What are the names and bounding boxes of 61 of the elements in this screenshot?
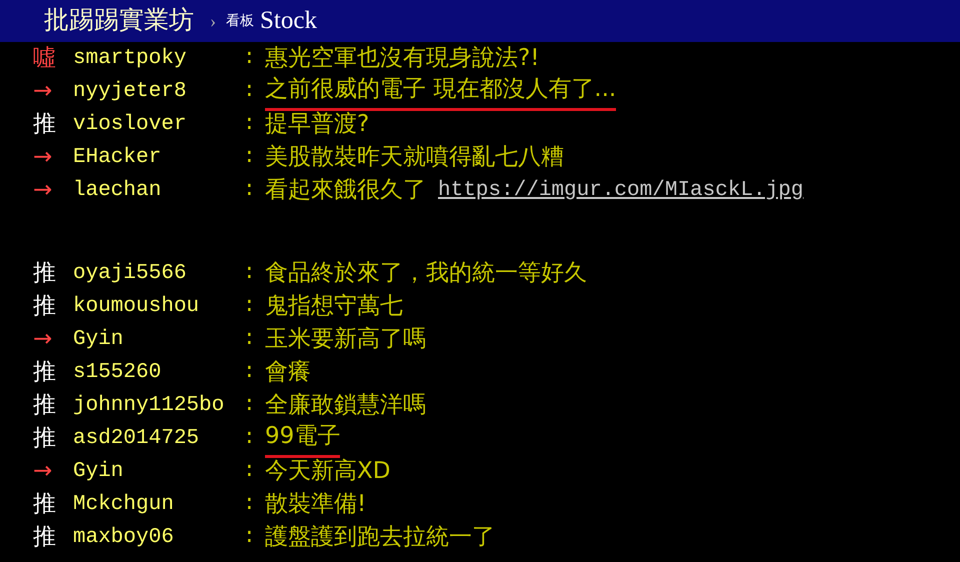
comment-tag: →: [33, 322, 73, 357]
colon-separator: :: [243, 492, 257, 518]
comment-tag: 推: [33, 487, 73, 522]
username: Mckchgun: [73, 492, 175, 518]
colon-separator: :: [243, 112, 257, 138]
comment-tag: 噓: [33, 41, 73, 76]
comment-text: 99電子: [265, 418, 340, 458]
comment-text: 今天新高XD: [265, 457, 390, 486]
colon-separator: :: [243, 46, 257, 72]
colon-separator: :: [243, 426, 257, 452]
comment-text: 鬼指想守萬七: [265, 292, 403, 322]
comment-tag: →: [33, 454, 73, 489]
username: koumoushou: [73, 294, 200, 320]
comment-text: 美股散裝昨天就噴得亂七八糟: [265, 143, 564, 172]
comment-tag: 推: [33, 355, 73, 390]
username: maxboy06: [73, 524, 175, 551]
comment-tag: 推: [33, 256, 73, 291]
comment-text: 會癢: [265, 358, 311, 388]
comment-text: 惠光空軍也沒有現身說法?!: [265, 44, 540, 74]
comment-tag: 推: [33, 388, 73, 423]
comment-text: 全廉敢鎖慧洋嗎: [265, 391, 426, 420]
comment-tag: 推: [33, 107, 73, 142]
comment-text: 提早普渡?: [265, 110, 370, 140]
colon-separator: :: [243, 458, 257, 485]
username: johnny1125bo: [73, 392, 226, 419]
colon-separator: :: [243, 78, 257, 105]
comment-text: 看起來餓很久了: [265, 176, 426, 206]
comment-tag: →: [33, 140, 73, 175]
colon-separator: :: [243, 294, 257, 320]
colon-separator: :: [243, 178, 257, 204]
username: Gyin: [73, 458, 124, 485]
colon-separator: :: [243, 392, 257, 419]
comment-tag: 推: [33, 421, 73, 456]
username: vioslover: [73, 112, 188, 138]
colon-separator: :: [243, 524, 257, 551]
breadcrumb-separator: ›: [210, 10, 216, 32]
board-label: 看板: [226, 12, 254, 30]
site-title[interactable]: 批踢踢實業坊: [44, 2, 194, 40]
board-name[interactable]: Stock: [260, 2, 317, 40]
username: nyyjeter8: [73, 78, 188, 105]
username: laechan: [73, 178, 162, 204]
comment-text: 護盤護到跑去拉統一了: [265, 523, 495, 552]
colon-separator: :: [243, 326, 257, 353]
comment-tag: 推: [33, 520, 73, 555]
username: asd2014725: [73, 426, 200, 452]
comment-text: 食品終於來了，我的統一等好久: [265, 259, 587, 288]
username: oyaji5566: [73, 260, 188, 287]
colon-separator: :: [243, 260, 257, 287]
comment-tag: 推: [33, 289, 73, 324]
url-link[interactable]: https://imgur.com/MIasckL.jpg: [438, 174, 804, 206]
colon-separator: :: [243, 360, 257, 386]
username: EHacker: [73, 144, 162, 171]
colon-separator: :: [243, 144, 257, 171]
comment-text: 玉米要新高了嗎: [265, 325, 426, 354]
username: Gyin: [73, 326, 124, 353]
username: s155260: [73, 360, 162, 386]
comment-tag: →: [33, 74, 73, 109]
comment-text: 散裝準備!: [265, 490, 366, 520]
username: smartpoky: [73, 46, 188, 72]
comment-tag: →: [33, 173, 73, 208]
comment-text: 之前很威的電子 現在都沒人有了...: [265, 72, 616, 112]
